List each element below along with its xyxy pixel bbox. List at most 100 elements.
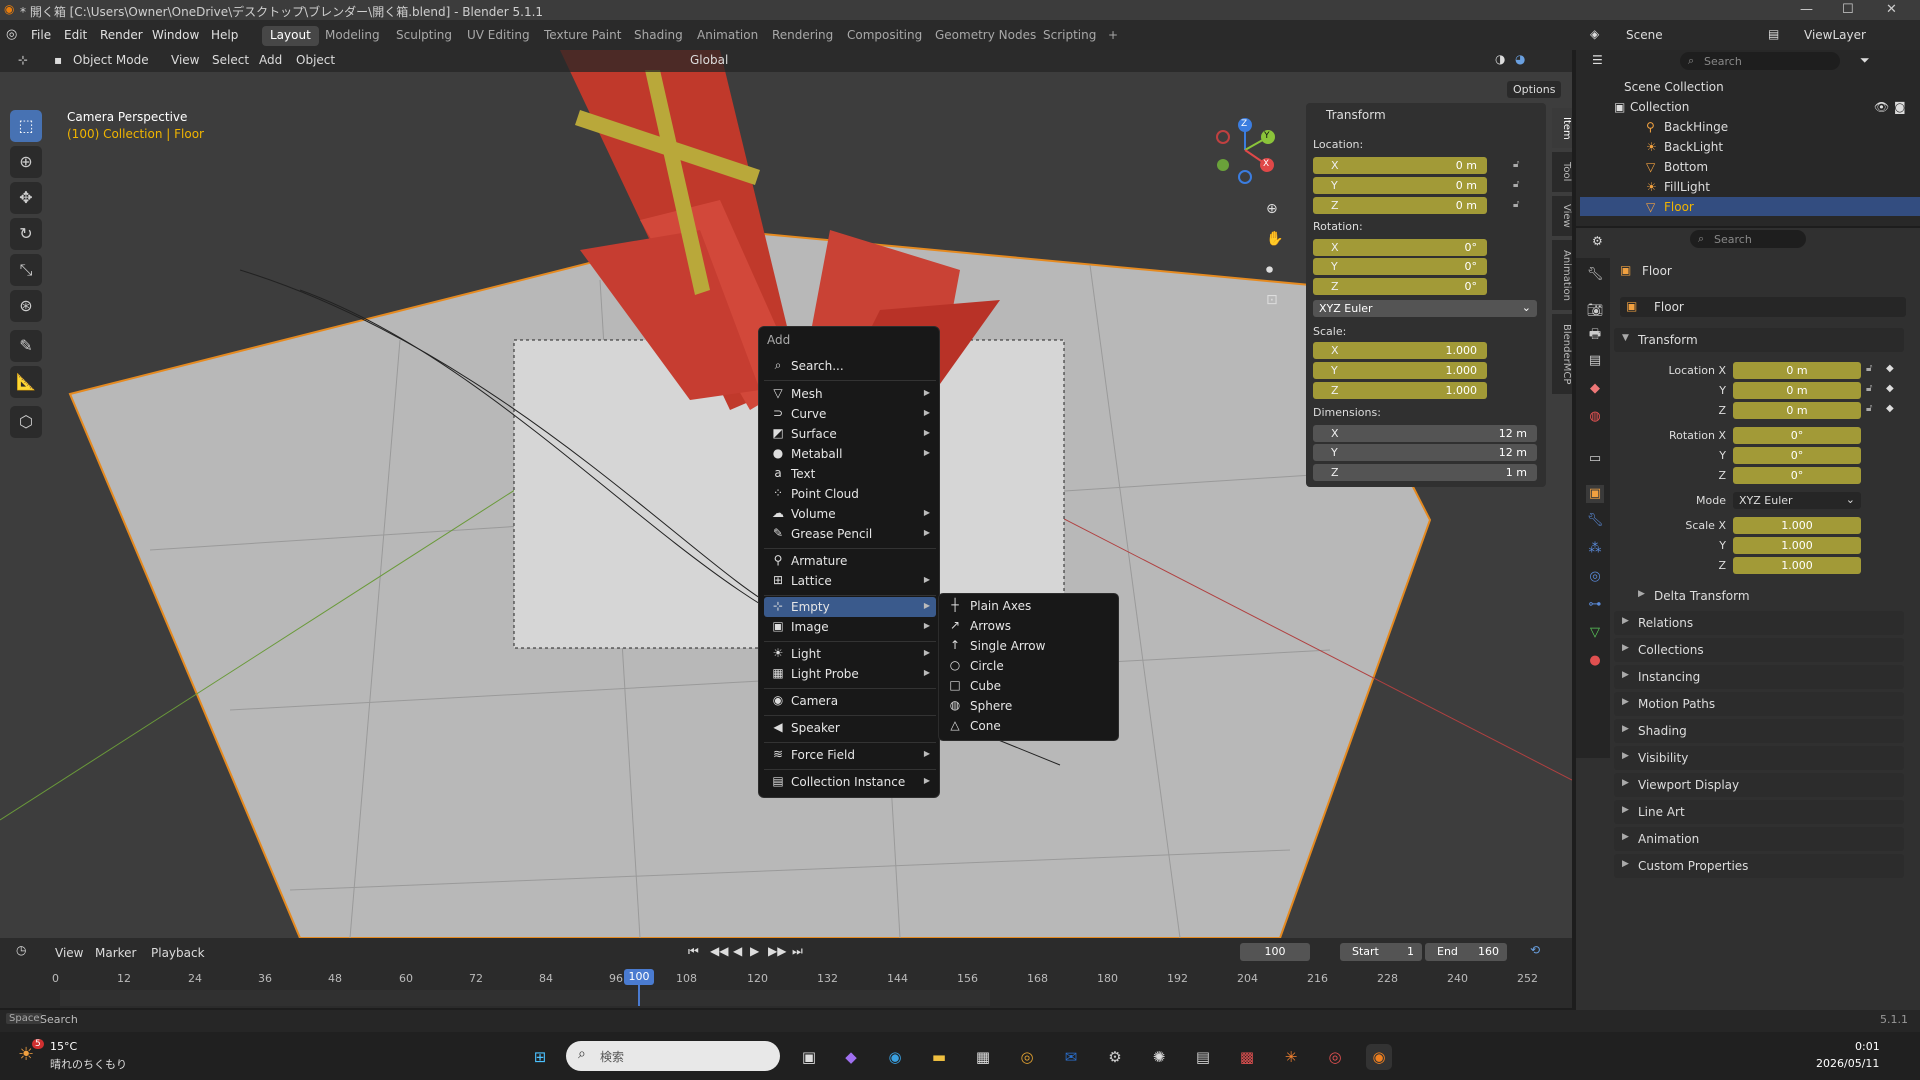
empty-cone-item[interactable]: △ Cone [946, 717, 1114, 736]
lock-icon[interactable]: 🔓︎ [1866, 363, 1872, 374]
custom-properties-section[interactable]: ▶ Custom Properties [1614, 854, 1904, 878]
menu-file[interactable]: File [31, 28, 51, 42]
mode-dropdown[interactable]: Object Mode [73, 53, 149, 67]
mode-dropdown-prop[interactable]: XYZ Euler ⌄ [1733, 492, 1861, 509]
tab-modeling[interactable]: Modeling [317, 26, 388, 46]
task-view-icon[interactable]: ▣ [796, 1044, 822, 1070]
empty-sphere-item[interactable]: ◍ Sphere [946, 697, 1114, 716]
tab-layout[interactable]: Layout [262, 26, 319, 46]
outliner-collection[interactable]: ▣ Collection [1580, 97, 1920, 116]
jump-keyframe-forward-icon[interactable]: ▶▶ [768, 944, 786, 958]
animation-section[interactable]: ▶ Animation [1614, 827, 1904, 851]
add-grease-pencil-item[interactable]: ✎ Grease Pencil ▶ [764, 524, 936, 544]
keyframe-diamond-icon[interactable]: ◆ [1886, 383, 1894, 394]
timeline-view-menu[interactable]: View [55, 946, 83, 960]
prop-rotation-x[interactable]: 0° [1733, 427, 1861, 444]
add-light-item[interactable]: ☀ Light ▶ [764, 644, 936, 664]
add-collection-instance-item[interactable]: ▤ Collection Instance ▶ [764, 772, 936, 792]
lock-view-icon[interactable]: ⊡ [1266, 292, 1278, 308]
maximize-button[interactable]: ☐ [1842, 2, 1854, 17]
lock-icon[interactable]: 🔓︎ [1513, 199, 1519, 210]
scene-tab-icon[interactable]: ◆ [1586, 380, 1604, 398]
annotate-tool[interactable]: ✎ [10, 330, 42, 362]
add-point-cloud-item[interactable]: ⁘ Point Cloud [764, 484, 936, 504]
zoom-icon[interactable]: ⊕ [1266, 201, 1278, 217]
file-explorer-icon[interactable]: ▬ [926, 1044, 952, 1070]
chatgpt-icon[interactable]: ✺ [1146, 1044, 1172, 1070]
jump-end-icon[interactable]: ⏭ [792, 944, 803, 959]
menu-render[interactable]: Render [100, 28, 143, 42]
dimensions-x-field[interactable]: X 12 m [1313, 425, 1537, 442]
add-metaball-item[interactable]: ● Metaball ▶ [764, 444, 936, 464]
pan-hand-icon[interactable]: ✋ [1266, 231, 1283, 247]
tab-view[interactable]: View [1552, 196, 1572, 236]
menu-object[interactable]: Object [296, 53, 335, 67]
timeline-marker-menu[interactable]: Marker [95, 946, 136, 960]
lock-icon[interactable]: 🔓︎ [1513, 179, 1519, 190]
location-y-field[interactable]: Y0 m [1313, 177, 1487, 194]
properties-search-input[interactable]: ⌕ Search [1690, 230, 1806, 248]
tab-tool[interactable]: Tool [1552, 152, 1572, 192]
prop-scale-x[interactable]: 1.000 [1733, 517, 1861, 534]
add-armature-item[interactable]: ⚲ Armature [764, 551, 936, 571]
minimize-button[interactable]: — [1800, 2, 1813, 17]
tab-geometry-nodes[interactable]: Geometry Nodes [927, 26, 1044, 46]
data-tab-icon[interactable]: ▽ [1586, 624, 1604, 642]
store-icon[interactable]: ▦ [970, 1044, 996, 1070]
tab-animation-side[interactable]: Animation [1552, 240, 1572, 310]
properties-editor-icon[interactable]: ⚙ [1592, 234, 1603, 248]
dimensions-z-field[interactable]: Z1 m [1313, 464, 1537, 481]
add-volume-item[interactable]: ☁ Volume ▶ [764, 504, 936, 524]
play-icon[interactable]: ▶ [750, 944, 759, 958]
chrome-icon[interactable]: ◎ [1014, 1044, 1040, 1070]
rotation-x-field[interactable]: X 0° [1313, 239, 1487, 256]
tab-animation[interactable]: Animation [689, 26, 766, 46]
copilot-icon[interactable]: ◆ [838, 1044, 864, 1070]
tool-tab-icon[interactable]: 🔧︎ [1586, 266, 1604, 284]
spark-icon[interactable]: ✳ [1278, 1044, 1304, 1070]
keyframe-diamond-icon[interactable]: ◆ [1886, 363, 1894, 374]
constraints-tab-icon[interactable]: ⊶ [1586, 596, 1604, 614]
transform-tool[interactable]: ⊛ [10, 290, 42, 322]
visibility-eye-icon[interactable]: 👁︎ [1874, 100, 1889, 114]
sync-icon[interactable]: ⟲ [1530, 943, 1540, 957]
shading-solid-icon[interactable]: ◑ [1495, 52, 1505, 66]
add-camera-item[interactable]: ◉ Camera [764, 691, 936, 711]
collections-section[interactable]: ▶ Collections [1614, 638, 1904, 662]
add-curve-item[interactable]: ⊃ Curve ▶ [764, 404, 936, 424]
motion-paths-section[interactable]: ▶ Motion Paths [1614, 692, 1904, 716]
tab-shading[interactable]: Shading [626, 26, 691, 46]
add-mesh-item[interactable]: ▽ Mesh ▶ [764, 384, 936, 404]
steam-icon[interactable]: ⚙ [1102, 1044, 1128, 1070]
viewlayer-icon[interactable]: ▤ [1768, 27, 1779, 41]
outliner-item-floor[interactable]: ▽ Floor [1580, 197, 1920, 216]
tab-sculpting[interactable]: Sculpting [388, 26, 460, 46]
camera-view-icon[interactable]: ⏺ [1266, 262, 1273, 278]
object-name-field[interactable]: ▣ Floor [1620, 297, 1906, 317]
current-frame-field[interactable]: 100 [1240, 943, 1310, 961]
shading-section[interactable]: ▶ Shading [1614, 719, 1904, 743]
render-camera-icon[interactable]: ◙ [1894, 100, 1906, 114]
collection-tab-icon[interactable]: ▭ [1586, 450, 1604, 468]
add-surface-item[interactable]: ◩ Surface ▶ [764, 424, 936, 444]
add-image-item[interactable]: ▣ Image ▶ [764, 617, 936, 637]
options-button[interactable]: Options [1507, 81, 1562, 98]
prop-location-x[interactable]: 0 m [1733, 362, 1861, 379]
physics-tab-icon[interactable]: ◎ [1586, 568, 1604, 586]
cursor-tool[interactable]: ⊕ [10, 146, 42, 178]
render-tab-icon[interactable]: 📷︎ [1586, 302, 1604, 320]
timeline-editor-icon[interactable]: ◷ [16, 943, 26, 957]
outliner-item-backhinge[interactable]: ⚲ BackHinge [1580, 117, 1920, 136]
start-frame-field[interactable]: Start 1 [1340, 943, 1422, 961]
windows-start-icon[interactable]: ⊞ [527, 1044, 553, 1070]
prop-location-y[interactable]: 0 m [1733, 382, 1861, 399]
select-box-tool[interactable]: ⬚ [10, 110, 42, 142]
transform-section[interactable]: ▼ Transform [1614, 328, 1904, 352]
app-icon[interactable]: ▩ [1234, 1044, 1260, 1070]
lock-icon[interactable]: 🔓︎ [1866, 383, 1872, 394]
tab-item[interactable]: Item [1552, 108, 1572, 148]
outliner-search-input[interactable]: ⌕ Search [1680, 52, 1840, 70]
empty-arrows-item[interactable]: ↗ Arrows [946, 617, 1114, 636]
modifier-tab-icon[interactable]: 🔧︎ [1586, 512, 1604, 530]
move-tool[interactable]: ✥ [10, 182, 42, 214]
